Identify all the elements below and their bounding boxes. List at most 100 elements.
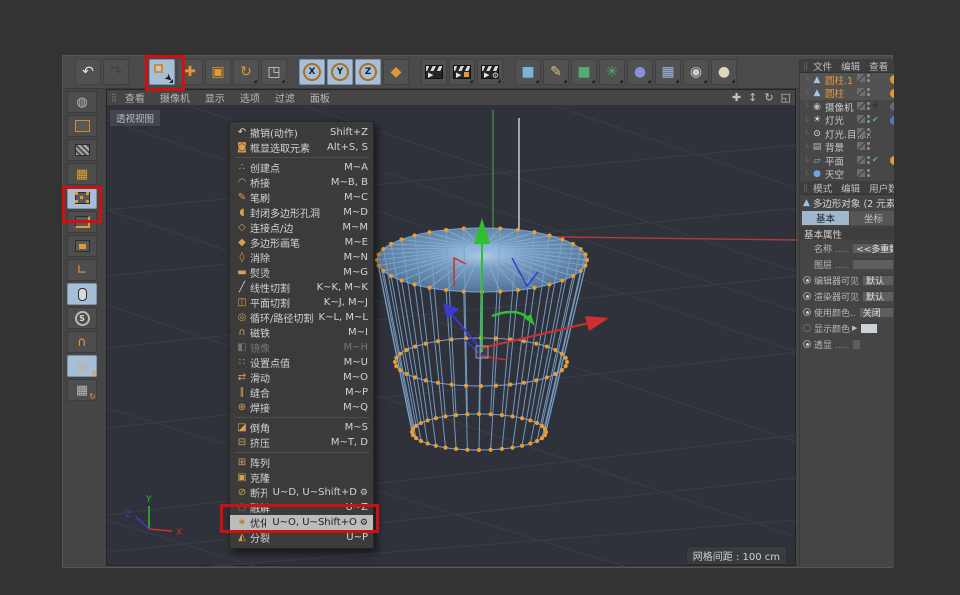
vertex-dot[interactable]	[419, 439, 423, 443]
vertex-dot[interactable]	[454, 447, 458, 451]
snap-settings-button[interactable]: S	[67, 307, 97, 329]
vertex-dot[interactable]	[376, 263, 380, 267]
vertex-dot[interactable]	[399, 278, 403, 282]
object-tag-icon[interactable]	[890, 116, 894, 125]
vertex-dot[interactable]	[424, 342, 428, 346]
visibility-dots[interactable]	[867, 169, 870, 177]
am-menu-1[interactable]: 编辑	[841, 181, 860, 195]
vertex-dot[interactable]	[553, 372, 557, 376]
vertex-dot[interactable]	[444, 288, 448, 292]
align-workplane-button[interactable]: ▦↻	[67, 379, 97, 401]
floor-button[interactable]: ▦	[655, 59, 681, 85]
vertex-dot[interactable]	[516, 288, 520, 292]
vertex-dot[interactable]	[547, 282, 551, 286]
vertex-dot[interactable]	[564, 364, 568, 368]
viewport-menu-4[interactable]: 过滤	[275, 90, 295, 105]
vertex-dot[interactable]	[381, 269, 385, 273]
vertex-dot[interactable]	[553, 348, 557, 352]
context-menu-item-19[interactable]: ⊕焊接M~Q	[230, 400, 373, 415]
object-row-1[interactable]: └▲圆柱	[800, 87, 894, 101]
vertex-dot[interactable]	[535, 439, 539, 443]
context-menu-item-17[interactable]: ⇄滑动M~O	[230, 370, 373, 385]
vertex-dot[interactable]	[579, 247, 583, 251]
om-menu-0[interactable]: 文件	[813, 59, 832, 73]
context-menu-item-26[interactable]: ⊘断开连接...U~D, U~Shift+D⚙	[230, 485, 373, 500]
layer-swatch[interactable]	[857, 115, 865, 123]
lock-y-axis-toggle[interactable]: Y	[327, 59, 353, 85]
object-tag-icon[interactable]	[890, 75, 894, 84]
am-menu-2[interactable]: 用户数据	[869, 181, 894, 195]
vertex-dot[interactable]	[571, 274, 575, 278]
gizmo-x-arrow[interactable]	[585, 316, 609, 331]
redo-button[interactable]: ↷	[103, 59, 129, 85]
vertex-dot[interactable]	[543, 427, 547, 431]
vertex-dot[interactable]	[412, 282, 416, 286]
rotate-view-icon[interactable]: ↻	[764, 91, 773, 104]
vertex-dot[interactable]	[462, 289, 466, 293]
object-tag-icon[interactable]	[890, 156, 894, 165]
vertex-dot[interactable]	[528, 441, 532, 445]
coordinate-system-toggle[interactable]: ◆	[383, 59, 409, 85]
context-menu-item-0[interactable]: ↶撤销(动作)Shift+Z	[230, 125, 373, 140]
keyframe-radio[interactable]	[803, 292, 811, 300]
layer-swatch[interactable]	[857, 88, 865, 96]
layer-swatch[interactable]	[857, 169, 865, 177]
vertex-dot[interactable]	[545, 344, 549, 348]
viewport-menu-2[interactable]: 显示	[205, 90, 225, 105]
vertex-dot[interactable]	[494, 384, 498, 388]
visibility-dots[interactable]	[867, 88, 870, 96]
model-mode-button[interactable]	[67, 115, 97, 137]
subdivision-surface-button[interactable]: ■	[571, 59, 597, 85]
vertex-dot[interactable]	[436, 339, 440, 343]
vertex-dot[interactable]	[540, 436, 544, 440]
vertex-dot[interactable]	[411, 427, 415, 431]
vertex-dot[interactable]	[398, 352, 402, 356]
vertex-dot[interactable]	[404, 348, 408, 352]
vertex-dot[interactable]	[500, 447, 504, 451]
render-view-button[interactable]: ▶	[421, 59, 447, 85]
vertex-dot[interactable]	[560, 278, 564, 282]
vertex-dot[interactable]	[413, 375, 417, 379]
context-menu-item-5[interactable]: ✎笔刷M~C	[230, 190, 373, 205]
render-picture-viewer-button[interactable]: ▶	[449, 59, 475, 85]
vertex-dot[interactable]	[522, 339, 526, 343]
context-menu-item-18[interactable]: ∥缝合M~P	[230, 385, 373, 400]
context-menu-item-10[interactable]: ▬熨烫M~G	[230, 265, 373, 280]
vertex-dot[interactable]	[394, 364, 398, 368]
vertex-dot[interactable]	[498, 226, 502, 230]
context-menu-item-29[interactable]: ◭分裂U~P	[230, 530, 373, 545]
vertex-dot[interactable]	[540, 424, 544, 428]
vertex-dot[interactable]	[427, 286, 431, 290]
vertex-dot[interactable]	[534, 342, 538, 346]
om-menu-2[interactable]: 查看	[869, 59, 888, 73]
vertex-dot[interactable]	[583, 263, 587, 267]
object-tag-icon[interactable]	[890, 102, 894, 111]
vertex-dot[interactable]	[394, 356, 398, 360]
vertex-dot[interactable]	[535, 421, 539, 425]
field-dropdown[interactable]: 关闭	[859, 307, 894, 318]
vertex-dot[interactable]	[389, 242, 393, 246]
object-row-5[interactable]: └▤背景	[800, 141, 894, 155]
vertex-dot[interactable]	[489, 412, 493, 416]
layer-swatch[interactable]	[857, 74, 865, 82]
context-menu-item-16[interactable]: ∷设置点值M~U	[230, 355, 373, 370]
vertex-dot[interactable]	[543, 433, 547, 437]
make-editable-button[interactable]: ◍	[67, 91, 97, 113]
object-row-4[interactable]: └⊙灯光.目标.1	[800, 127, 894, 141]
tweak-mode-button[interactable]	[67, 283, 97, 305]
visibility-dots[interactable]	[867, 115, 870, 123]
vertex-dot[interactable]	[583, 252, 587, 256]
vertex-dot[interactable]	[565, 360, 569, 364]
vertex-dot[interactable]	[508, 382, 512, 386]
vertex-dot[interactable]	[443, 414, 447, 418]
om-menu-1[interactable]: 编辑	[841, 59, 860, 73]
field-colorbox[interactable]	[860, 323, 878, 334]
vertex-dot[interactable]	[412, 233, 416, 237]
vertex-dot[interactable]	[585, 258, 589, 262]
texture-mode-button[interactable]	[67, 139, 97, 161]
object-row-3[interactable]: └☀灯光✔	[800, 114, 894, 128]
keyframe-radio[interactable]	[803, 340, 811, 348]
vertex-dot[interactable]	[532, 286, 536, 290]
lock-z-axis-toggle[interactable]: Z	[355, 59, 381, 85]
vertex-dot[interactable]	[464, 384, 468, 388]
